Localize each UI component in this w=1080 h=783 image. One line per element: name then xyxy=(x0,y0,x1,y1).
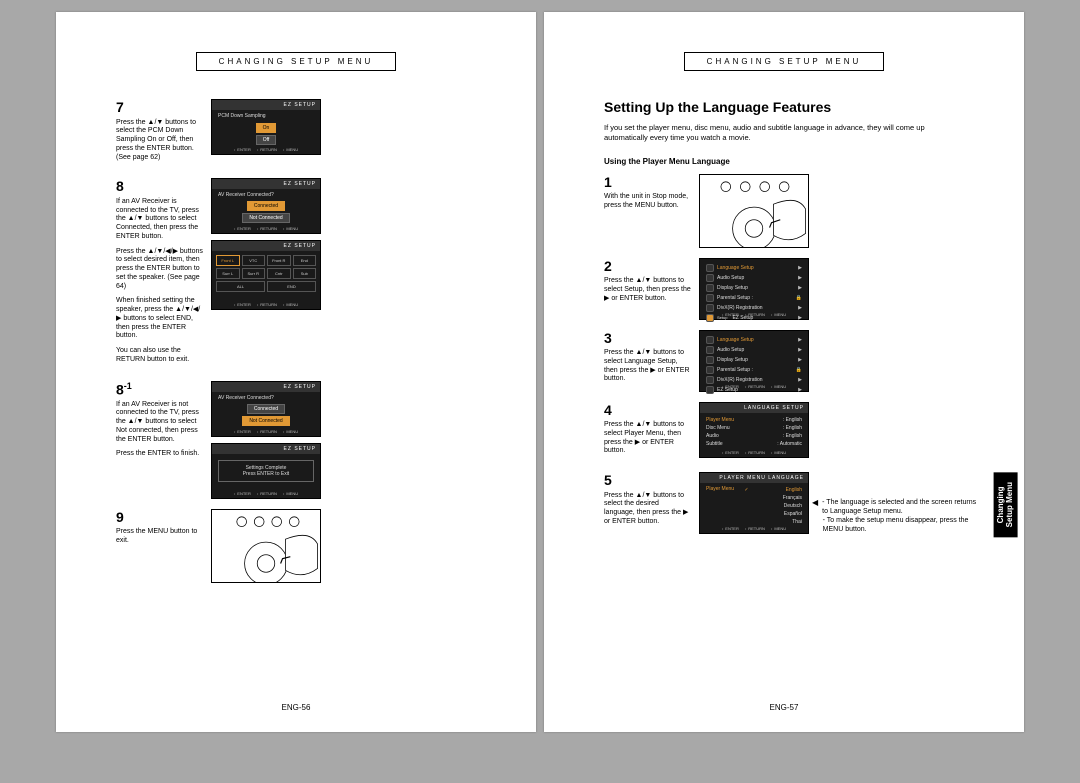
note-block: ◀- The language is selected and the scre… xyxy=(812,498,982,534)
step-number: 8 xyxy=(116,178,203,196)
tv-screen-av-connected: EZ SETUP AV Receiver Connected? Connecte… xyxy=(211,178,321,234)
step-text: Press the ▲/▼/◀/▶ buttons to select desi… xyxy=(116,248,203,292)
tv-screen-setup-menu-2: Language Setup▶ Audio Setup▶ Display Set… xyxy=(699,330,809,392)
intro-text: If you set the player menu, disc menu, a… xyxy=(604,123,964,143)
step-2: 2 Press the ▲/▼ buttons to select Setup,… xyxy=(604,258,964,320)
side-tab: ChangingSetup Menu xyxy=(994,472,1018,537)
tv-screen-language-setup: LANGUAGE SETUP Player Menu: English Disc… xyxy=(699,402,809,458)
step-4: 4 Press the ▲/▼ buttons to select Player… xyxy=(604,402,964,463)
step-number: 1 xyxy=(604,174,691,192)
tv-screen-pcm: EZ SETUP PCM Down Sampling On Off ENTERR… xyxy=(211,99,321,155)
tv-screen-player-menu-lang: PLAYER MENU LANGUAGE Player Menu ✓Englis… xyxy=(699,472,809,534)
step-text: You can also use the RETURN button to ex… xyxy=(116,347,203,365)
page-footer: ENG-57 xyxy=(544,703,1024,712)
step-text: Press the MENU button to exit. xyxy=(116,528,203,546)
step-number: 9 xyxy=(116,509,203,527)
remote-illustration xyxy=(211,509,321,583)
step-text: Press the ▲/▼ buttons to select Setup, t… xyxy=(604,277,691,303)
step-text: When finished setting the speaker, press… xyxy=(116,297,203,341)
step-number: 3 xyxy=(604,330,691,348)
step-3: 3 Press the ▲/▼ buttons to select Langua… xyxy=(604,330,964,392)
step-text: If an AV Receiver is not connected to th… xyxy=(116,401,203,445)
step-text: Press the ENTER to finish. xyxy=(116,450,203,459)
step-number: 5 xyxy=(604,472,691,490)
step-7: 7 Press the ▲/▼ buttons to select the PC… xyxy=(116,99,476,168)
step-text: If an AV Receiver is connected to the TV… xyxy=(116,198,203,242)
tv-screen-av-not-connected: EZ SETUP AV Receiver Connected? Connecte… xyxy=(211,381,321,437)
left-arrow-icon: ◀ xyxy=(812,498,818,516)
option-off: Off xyxy=(256,135,277,145)
step-number: 2 xyxy=(604,258,691,276)
step-number: 7 xyxy=(116,99,203,117)
step-9: 9 Press the MENU button to exit. xyxy=(116,509,476,583)
tv-screen-setup-menu: Language Setup▶ Audio Setup▶ Display Set… xyxy=(699,258,809,320)
step-1: 1 With the unit in Stop mode, press the … xyxy=(604,174,964,248)
header-box: CHANGING SETUP MENU xyxy=(196,52,396,71)
step-8: 8 If an AV Receiver is connected to the … xyxy=(116,178,476,370)
option-on: On xyxy=(256,123,277,133)
tv-screen-complete: EZ SETUP Settings Complete Press ENTER t… xyxy=(211,443,321,499)
step-text: Press the ▲/▼ buttons to select the PCM … xyxy=(116,119,203,163)
step-number: 4 xyxy=(604,402,691,420)
remote-illustration xyxy=(699,174,809,248)
step-text: Press the ▲/▼ buttons to select Language… xyxy=(604,349,691,384)
step-text: With the unit in Stop mode, press the ME… xyxy=(604,193,691,211)
manual-page-right: CHANGING SETUP MENU Setting Up the Langu… xyxy=(544,12,1024,732)
manual-page-left: CHANGING SETUP MENU 7 Press the ▲/▼ butt… xyxy=(56,12,536,732)
step-8-1: 8-1 If an AV Receiver is not connected t… xyxy=(116,381,476,499)
step-number: 8-1 xyxy=(116,381,203,399)
subheading: Using the Player Menu Language xyxy=(604,157,964,166)
step-text: Press the ▲/▼ buttons to select Player M… xyxy=(604,421,691,456)
section-title: Setting Up the Language Features xyxy=(604,99,964,115)
page-footer: ENG-56 xyxy=(56,703,536,712)
header-box: CHANGING SETUP MENU xyxy=(684,52,884,71)
step-text: Press the ▲/▼ buttons to select the desi… xyxy=(604,492,691,527)
tv-screen-speaker-grid: EZ SETUP Front LVTCFront REnd Surr LSurr… xyxy=(211,240,321,310)
